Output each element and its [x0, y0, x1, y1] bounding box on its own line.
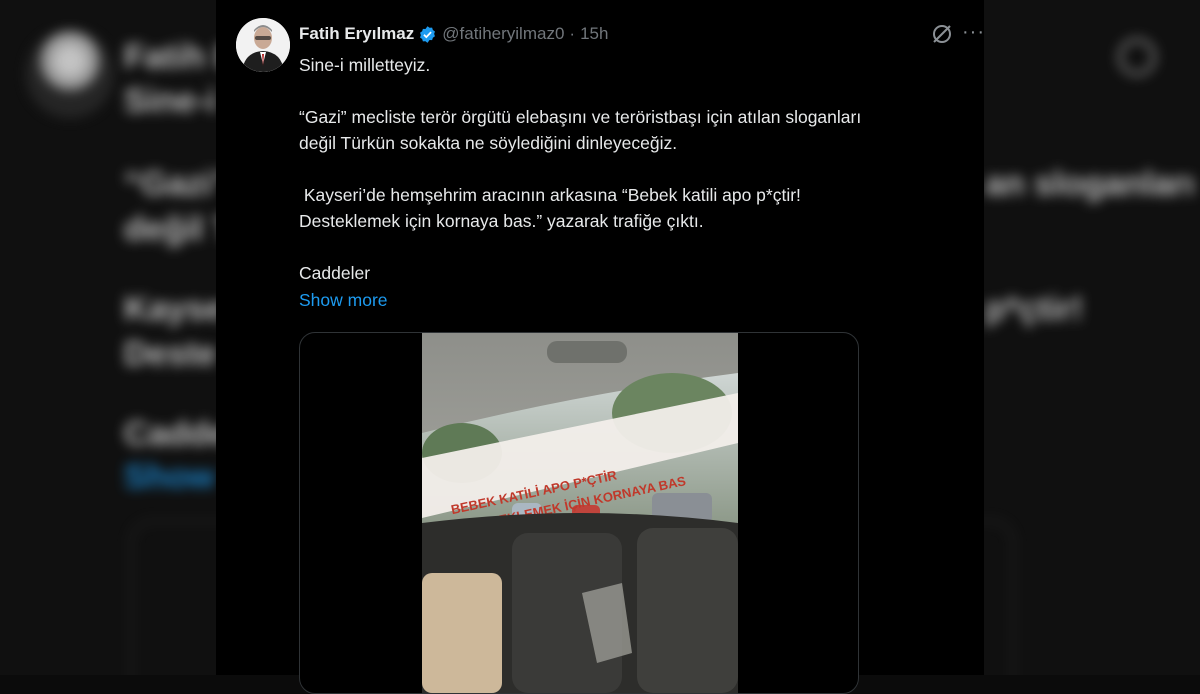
grok-icon[interactable]: [930, 22, 954, 46]
blurred-line-5: Deste: [124, 335, 217, 373]
video-thumbnail: BEBEK KATİLİ APO P*ÇTİR DESTEKLEMEK İÇİN…: [422, 333, 738, 693]
video-frame[interactable]: BEBEK KATİLİ APO P*ÇTİR DESTEKLEMEK İÇİN…: [422, 333, 738, 693]
blurred-grok-icon: [1118, 38, 1156, 76]
tweet-line: [299, 234, 969, 260]
tweet-line: Kayseri’de hemşehrim aracının arkasına “…: [299, 185, 801, 205]
blurred-line-2a: “Gazi”: [124, 165, 230, 203]
tweet-line: Sine-i milletteyiz.: [299, 55, 431, 75]
blurred-avatar: [26, 30, 114, 118]
author-name[interactable]: Fatih Eryılmaz: [299, 24, 414, 44]
show-more-link[interactable]: Show more: [299, 290, 388, 311]
tweet-line: Caddeler: [299, 263, 371, 283]
more-options-icon[interactable]: ···: [962, 22, 986, 46]
blurred-line-4b: p*çtir!: [985, 290, 1084, 328]
blurred-line-1: Sine-i: [124, 82, 217, 120]
tweet-text: Sine-i milletteyiz. “Gazi” mecliste terö…: [299, 52, 969, 286]
tweet-card: Fatih Eryılmaz @fatiheryilmaz0 · 15h ···…: [216, 0, 986, 694]
blurred-line-2b: an sloganları: [985, 165, 1195, 203]
tweet-line: [299, 78, 969, 104]
avatar[interactable]: [236, 18, 290, 72]
tweet-line: “Gazi” mecliste terör örgütü elebaşını v…: [299, 107, 862, 127]
timestamp[interactable]: 15h: [580, 24, 608, 44]
blurred-line-6: Cadde: [124, 415, 228, 453]
verified-badge-icon: [420, 25, 436, 43]
tweet-line: değil Türkün sokakta ne söylediğini dinl…: [299, 133, 678, 153]
separator-dot: ·: [569, 24, 576, 43]
blurred-line-4a: Kayse: [124, 290, 225, 328]
tweet-line: Desteklemek için kornaya bas.” yazarak t…: [299, 211, 704, 231]
tweet-line: [299, 156, 969, 182]
tweet-header: Fatih Eryılmaz @fatiheryilmaz0 · 15h: [299, 22, 608, 46]
video-media[interactable]: BEBEK KATİLİ APO P*ÇTİR DESTEKLEMEK İÇİN…: [299, 332, 859, 694]
blurred-show-more: Show: [124, 458, 215, 496]
author-handle[interactable]: @fatiheryilmaz0: [442, 24, 564, 44]
